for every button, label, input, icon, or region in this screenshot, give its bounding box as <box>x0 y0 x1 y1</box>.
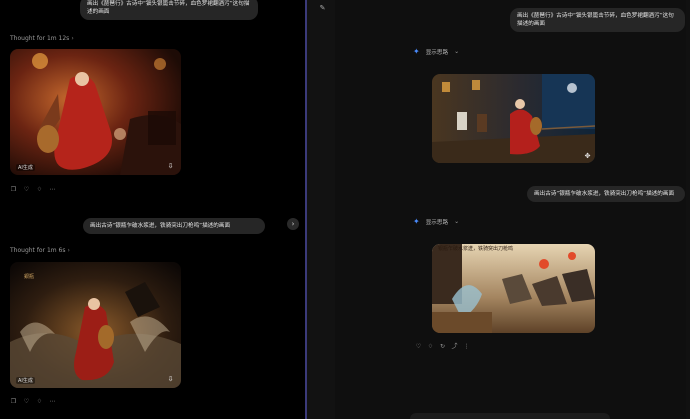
regenerate-icon[interactable]: ↻ <box>439 343 446 350</box>
left-chat-pane: 画出《琵琶行》古诗中“钿头银篦击节碎，血色罗裙翻酒污”这句描述的画面 Thoug… <box>0 0 305 419</box>
download-icon[interactable]: ⇩ <box>166 162 175 171</box>
painting-pipa-banquet <box>10 49 181 175</box>
sparkle-icon: ✦ <box>413 217 420 226</box>
message-actions-1: ❐ ♡ ♢ ⋯ <box>10 186 56 193</box>
chat-input-box[interactable] <box>410 413 610 419</box>
more-icon[interactable]: ⋯ <box>49 186 56 193</box>
painting-pipa-battle: 銀瓶 <box>10 262 181 388</box>
chevron-right-icon: › <box>71 35 74 42</box>
generated-image-right-1[interactable]: ✥ <box>432 74 595 163</box>
prompt-text: 画出古诗“银瓶乍破水浆迸，铁骑突出刀枪鸣”描述的画面 <box>90 223 231 229</box>
thumb-down-icon[interactable]: ♢ <box>36 186 43 193</box>
show-thinking-toggle-2[interactable]: ✦ 显示思路 ⌄ <box>413 217 459 226</box>
right-chat-pane: 画出《琵琶行》古诗中“钿头银篦击节碎，血色罗裙翻酒污”这句描述的画面 ✦ 显示思… <box>335 0 690 419</box>
copy-icon[interactable]: ❐ <box>10 398 17 405</box>
prompt-text: 画出古诗“银瓶乍破水浆迸，铁骑突出刀枪鸣”描述的画面 <box>534 191 675 197</box>
chevron-down-icon: ⌄ <box>454 48 460 55</box>
user-prompt-1: 画出《琵琶行》古诗中“钿头银篦击节碎，血色罗裙翻酒污”这句描述的画面 <box>80 0 258 20</box>
user-prompt-2: 画出古诗“银瓶乍破水浆迸，铁骑突出刀枪鸣”描述的画面 <box>83 218 265 234</box>
painting-boat-pipa <box>432 74 595 163</box>
download-icon[interactable]: ⇩ <box>166 375 175 384</box>
show-thinking-label: 显示思路 <box>425 49 449 56</box>
show-thinking-label: 显示思路 <box>425 219 449 226</box>
show-thinking-toggle-1[interactable]: ✦ 显示思路 ⌄ <box>413 47 459 56</box>
sparkle-icon: ✦ <box>413 47 420 56</box>
prompt-text: 画出《琵琶行》古诗中“钿头银篦击节碎，血色罗裙翻酒污”这句描述的画面 <box>87 1 250 15</box>
ai-watermark: AI生成 <box>16 377 35 384</box>
thought-label: Thought for 1m 6s <box>10 247 66 254</box>
thought-label: Thought for 1m 12s <box>10 35 70 42</box>
message-actions-2: ❐ ♡ ♢ ⋯ <box>10 398 56 405</box>
thumb-up-icon[interactable]: ♡ <box>23 398 30 405</box>
thumb-up-icon[interactable]: ♡ <box>23 186 30 193</box>
svg-text:銀瓶: 銀瓶 <box>24 273 34 280</box>
generated-image-1[interactable]: AI生成 ⇩ <box>10 49 181 175</box>
painting-cavalry-charge <box>432 244 595 333</box>
more-icon[interactable]: ⋮ <box>463 343 470 350</box>
share-icon[interactable]: ⤴ <box>451 343 458 350</box>
chevron-down-icon: ⌄ <box>454 218 460 225</box>
prompt-text: 画出《琵琶行》古诗中“钿头银篦击节碎，血色罗裙翻酒污”这句描述的画面 <box>517 13 674 27</box>
more-icon[interactable]: ⋯ <box>49 398 56 405</box>
user-prompt-2-right: 画出古诗“银瓶乍破水浆迸，铁骑突出刀枪鸣”描述的画面 <box>527 186 685 202</box>
ai-watermark: AI生成 <box>16 164 35 171</box>
thumb-up-icon[interactable]: ♡ <box>415 343 422 350</box>
edit-icon[interactable]: ✎ <box>318 4 327 13</box>
right-side-rail: ✎ <box>307 0 335 419</box>
calligraphy-text: 银瓶乍破水浆迸，铁骑突出刀枪鸣 <box>438 246 514 252</box>
scrollbar[interactable] <box>686 0 690 419</box>
chevron-right-icon: › <box>291 220 295 228</box>
thought-toggle-2[interactable]: Thought for 1m 6s › <box>10 247 70 254</box>
message-actions-right: ♡ ♢ ↻ ⤴ ⋮ <box>415 343 470 350</box>
user-prompt-1-right: 画出《琵琶行》古诗中“钿头银篦击节碎，血色罗裙翻酒污”这句描述的画面 <box>510 8 685 32</box>
download-icon[interactable]: ✥ <box>583 152 592 161</box>
generated-image-2[interactable]: 銀瓶 AI生成 ⇩ <box>10 262 181 388</box>
thumb-down-icon[interactable]: ♢ <box>36 398 43 405</box>
copy-icon[interactable]: ❐ <box>10 186 17 193</box>
chevron-right-icon: › <box>67 247 70 254</box>
scroll-right-button[interactable]: › <box>287 218 299 230</box>
thought-toggle-1[interactable]: Thought for 1m 12s › <box>10 35 74 42</box>
thumb-down-icon[interactable]: ♢ <box>427 343 434 350</box>
generated-image-right-2[interactable]: 银瓶乍破水浆迸，铁骑突出刀枪鸣 <box>432 244 595 333</box>
